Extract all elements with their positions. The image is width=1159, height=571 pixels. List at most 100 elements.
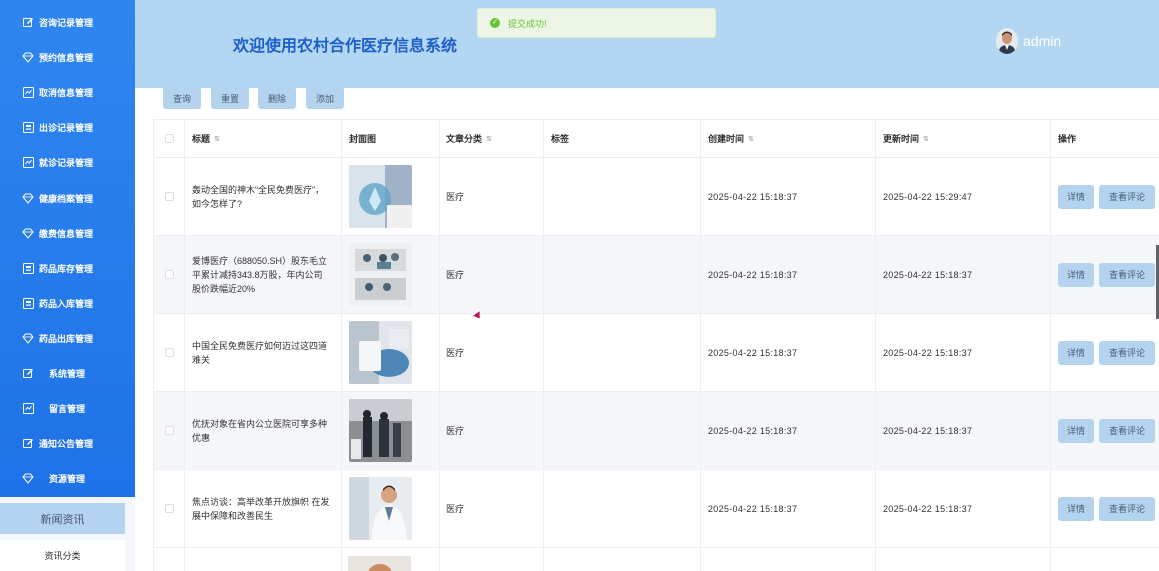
edit-icon (22, 17, 34, 29)
actions-cell (1051, 548, 1159, 571)
updated-time: 2025-04-22 15:18:37 (883, 425, 973, 436)
sidebar-item-7[interactable]: 缴费信息管理 (0, 216, 135, 251)
created-time: 2025-04-22 15:18:37 (708, 503, 798, 514)
sidebar-item-10[interactable]: 药品出库管理 (0, 321, 135, 356)
tag-cell (544, 158, 701, 235)
created-time: 2025-04-22 15:18:37 (708, 425, 798, 436)
page-title: 欢迎使用农村合作医疗信息系统 (233, 38, 458, 55)
sort-icon[interactable]: ⇅ (923, 135, 929, 143)
row-checkbox[interactable] (164, 348, 174, 357)
detail-button[interactable]: 详情 (1058, 418, 1094, 443)
sidebar-item-5[interactable]: 就诊记录管理 (0, 145, 135, 180)
column-header-title[interactable]: 标题 ⇅ (185, 120, 342, 157)
column-header-label: 创建时间 (708, 134, 745, 144)
select-all-cell (153, 120, 185, 157)
column-header-actions: 操作 (1051, 120, 1159, 157)
detail-button[interactable]: 详情 (1058, 262, 1094, 287)
row-checkbox[interactable] (164, 192, 174, 201)
actions-cell: 详情 查看评论 (1051, 158, 1159, 235)
news-table: 标题 ⇅ 封面图 文章分类 ⇅ 标签 创建时间 ⇅ 更新时间 ⇅ 操作 轰动全国的神木“… (153, 119, 1159, 571)
column-header-category[interactable]: 文章分类 ⇅ (440, 120, 544, 157)
edit-icon (22, 438, 34, 450)
article-title: 优抚对象在省内公立医院可享多种优惠 (192, 418, 328, 443)
detail-button[interactable]: 详情 (1058, 184, 1094, 209)
column-header-label: 标签 (551, 134, 570, 144)
sort-icon[interactable]: ⇅ (486, 135, 492, 143)
detail-button[interactable]: 详情 (1058, 496, 1094, 521)
view-comments-button[interactable]: 查看评论 (1099, 340, 1155, 365)
detail-button[interactable]: 详情 (1058, 340, 1094, 365)
sort-icon[interactable]: ⇅ (748, 135, 754, 143)
tag-cell (544, 548, 701, 571)
sidebar-item-4[interactable]: 出诊记录管理 (0, 110, 135, 145)
check-circle-icon: ✓ (490, 18, 500, 28)
article-category: 医疗 (446, 348, 465, 358)
view-comments-button[interactable]: 查看评论 (1099, 418, 1155, 443)
sidebar-item-label: 药品出库管理 (39, 333, 94, 344)
cover-thumbnail (349, 243, 412, 306)
menu-group-news[interactable]: 新闻资讯 (0, 503, 125, 534)
delete-button[interactable]: 删除 (258, 87, 296, 109)
row-checkbox[interactable] (164, 270, 174, 279)
article-title: 焦点访谈：高举改革开放旗帜 在发展中保障和改善民生 (192, 496, 330, 521)
column-header-created[interactable]: 创建时间 ⇅ (701, 120, 876, 157)
updated-cell: 2025-04-22 15:18:37 (876, 236, 1051, 313)
column-header-updated[interactable]: 更新时间 ⇅ (876, 120, 1051, 157)
diamond-icon (22, 473, 34, 485)
table-row[interactable]: 轰动全国的神木“全民免费医疗”，如今怎样了? 医疗 2025-04-22 15:18… (153, 158, 1159, 236)
sort-icon[interactable]: ⇅ (214, 135, 220, 143)
sidebar-item-11[interactable]: 系统管理 (0, 356, 135, 391)
sidebar-item-label: 预约信息管理 (39, 53, 94, 64)
created-time: 2025-04-22 15:18:37 (708, 347, 798, 358)
row-select-cell (153, 392, 185, 469)
table-row[interactable]: 中国全民免费医疗如何迈过这四道难关 医疗 2025-04-22 15:18:37 20… (153, 314, 1159, 392)
sidebar-item-8[interactable]: 药品库存管理 (0, 251, 135, 286)
cover-thumbnail (349, 321, 412, 384)
sidebar-item-1[interactable]: 咨询记录管理 (0, 5, 135, 40)
sidebar-item-12[interactable]: 留言管理 (0, 391, 135, 426)
id-card-icon (22, 262, 34, 274)
article-category: 医疗 (446, 426, 465, 436)
username[interactable]: admin (1023, 33, 1061, 49)
sidebar-item-9[interactable]: 药品入库管理 (0, 286, 135, 321)
cover-thumbnail (349, 477, 412, 540)
sidebar-item-6[interactable]: 健康档案管理 (0, 181, 135, 216)
category-cell: 医疗 (440, 392, 544, 469)
sidebar-item-label: 留言管理 (49, 404, 86, 415)
sidebar-item-label: 出诊记录管理 (39, 123, 94, 134)
table-row[interactable] (153, 548, 1159, 571)
sidebar-item-label: 缴费信息管理 (39, 228, 94, 239)
tag-cell (544, 392, 701, 469)
sidebar: 咨询记录管理预约信息管理取消信息管理出诊记录管理就诊记录管理健康档案管理 缴费信息… (0, 0, 135, 571)
created-cell: 2025-04-22 15:18:37 (701, 158, 876, 235)
created-time: 2025-04-22 15:18:37 (708, 191, 798, 202)
sidebar-item-label: 健康档案管理 (39, 193, 94, 204)
table-row[interactable]: 焦点访谈：高举改革开放旗帜 在发展中保障和改善民生 医疗 2025-04-22 15… (153, 470, 1159, 548)
sidebar-item-13[interactable]: 通知公告管理 (0, 426, 135, 461)
category-cell: 医疗 (440, 236, 544, 313)
table-row[interactable]: 爱博医疗（688050.SH）股东毛立平累计减持343.8万股，年内公司股价跌幅… (153, 236, 1159, 314)
query-button[interactable]: 查询 (163, 87, 201, 109)
chart-icon (22, 403, 34, 415)
article-category: 医疗 (446, 192, 465, 202)
select-all-checkbox[interactable] (164, 134, 174, 143)
sidebar-item-2[interactable]: 预约信息管理 (0, 40, 135, 75)
cover-cell (342, 314, 440, 391)
submenu-item-news-category[interactable]: 资讯分类 (0, 540, 125, 571)
avatar[interactable] (996, 28, 1018, 54)
view-comments-button[interactable]: 查看评论 (1099, 496, 1155, 521)
view-comments-button[interactable]: 查看评论 (1099, 262, 1155, 287)
add-button[interactable]: 添加 (306, 87, 344, 109)
sidebar-item-label: 系统管理 (49, 369, 86, 379)
row-select-cell (153, 548, 185, 571)
sidebar-item-14[interactable]: 资源管理 (0, 461, 135, 496)
view-comments-button[interactable]: 查看评论 (1099, 184, 1155, 209)
sidebar-item-label: 资源管理 (49, 474, 86, 485)
row-checkbox[interactable] (164, 426, 174, 435)
row-checkbox[interactable] (164, 504, 174, 513)
reset-button[interactable]: 重置 (211, 87, 249, 109)
cover-cell (342, 470, 440, 547)
table-row[interactable]: 优抚对象在省内公立医院可享多种优惠 医疗 2025-04-22 15:18:37 20… (153, 392, 1159, 470)
tag-cell (544, 470, 701, 547)
sidebar-item-3[interactable]: 取消信息管理 (0, 75, 135, 110)
